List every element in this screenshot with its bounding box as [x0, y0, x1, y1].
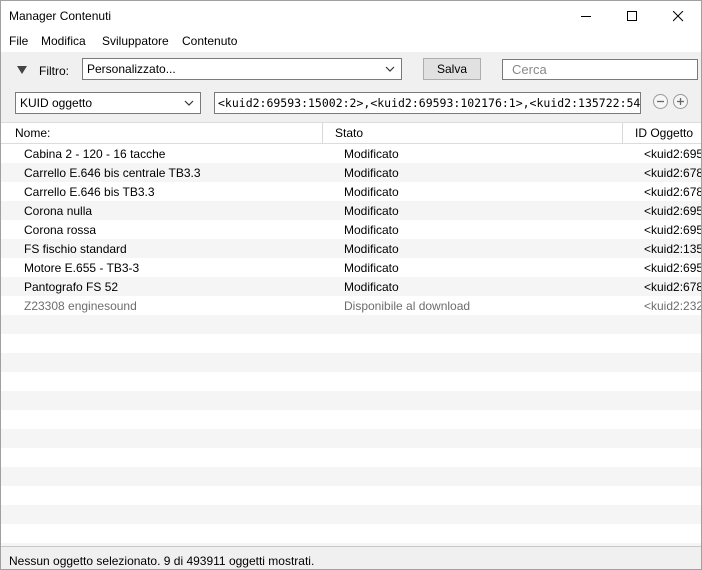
row-id: <kuid2:232 [644, 299, 701, 313]
row-id: <kuid2:678 [644, 166, 701, 180]
row-id: <kuid2:135 [644, 242, 701, 256]
empty-row [1, 391, 701, 410]
filter-select[interactable]: Personalizzato... [82, 58, 402, 80]
row-name: Carrello E.646 bis centrale TB3.3 [24, 166, 201, 180]
close-icon [672, 10, 683, 21]
table-row[interactable]: Z23308 enginesound Disponibile al downlo… [1, 296, 701, 315]
search-placeholder: Cerca [512, 62, 547, 77]
chevron-down-icon [385, 66, 395, 72]
row-id: <kuid2:678 [644, 185, 701, 199]
empty-row [1, 448, 701, 467]
kuid-input-value: <kuid2:69593:15002:2>,<kuid2:69593:10217… [218, 96, 641, 110]
filter-collapse-icon[interactable] [17, 66, 27, 74]
empty-row [1, 410, 701, 429]
table-row[interactable]: Corona nulla Modificato <kuid2:695 [1, 201, 701, 220]
row-status: Modificato [344, 280, 399, 294]
field-type-select[interactable]: KUID oggetto [15, 92, 201, 114]
empty-row [1, 486, 701, 505]
empty-row [1, 467, 701, 486]
row-status: Modificato [344, 223, 399, 237]
row-id: <kuid2:678 [644, 280, 701, 294]
table-row[interactable]: Carrello E.646 bis TB3.3 Modificato <kui… [1, 182, 701, 201]
menu-file[interactable]: File [9, 34, 28, 48]
title-bar: Manager Contenuti [1, 1, 701, 31]
row-status: Modificato [344, 147, 399, 161]
save-button[interactable]: Salva [423, 58, 481, 80]
column-header-id[interactable]: ID Oggetto [635, 126, 693, 140]
row-name: Carrello E.646 bis TB3.3 [24, 185, 155, 199]
row-id: <kuid2:695 [644, 223, 701, 237]
row-name: Cabina 2 - 120 - 16 tacche [24, 147, 166, 161]
table-row[interactable]: Cabina 2 - 120 - 16 tacche Modificato <k… [1, 144, 701, 163]
chevron-down-icon [184, 100, 194, 106]
table-row[interactable]: Corona rossa Modificato <kuid2:695 [1, 220, 701, 239]
empty-row [1, 505, 701, 524]
row-name: Corona nulla [24, 204, 93, 218]
search-input[interactable]: Cerca [502, 59, 698, 80]
row-id: <kuid2:695 [644, 261, 701, 275]
empty-row [1, 429, 701, 448]
empty-row [1, 353, 701, 372]
menu-contenuto[interactable]: Contenuto [182, 34, 237, 48]
content-manager-window: Manager Contenuti File Modifica Sviluppa… [0, 0, 702, 570]
empty-row [1, 524, 701, 543]
kuid-input[interactable]: <kuid2:69593:15002:2>,<kuid2:69593:10217… [214, 92, 641, 114]
row-name: Z23308 enginesound [24, 299, 137, 313]
row-name: Motore E.655 - TB3-3 [24, 261, 140, 275]
table-header: Nome: Stato ID Oggetto [1, 122, 701, 144]
row-status: Modificato [344, 185, 399, 199]
plus-icon [677, 98, 684, 105]
row-status: Modificato [344, 204, 399, 218]
row-status: Disponibile al download [344, 299, 471, 313]
row-name: Corona rossa [24, 223, 97, 237]
add-filter-button[interactable] [673, 94, 688, 109]
filter-select-value: Personalizzato... [87, 62, 176, 76]
maximize-button[interactable] [609, 1, 655, 31]
minus-icon [657, 100, 664, 103]
empty-row [1, 334, 701, 353]
window-title: Manager Contenuti [9, 9, 112, 23]
row-status: Modificato [344, 261, 399, 275]
maximize-icon [626, 10, 637, 21]
minimize-icon [580, 15, 591, 17]
table-row[interactable]: Carrello E.646 bis centrale TB3.3 Modifi… [1, 163, 701, 182]
menu-sviluppatore[interactable]: Sviluppatore [102, 34, 169, 48]
table-row[interactable]: Motore E.655 - TB3-3 Modificato <kuid2:6… [1, 258, 701, 277]
column-header-status[interactable]: Stato [335, 126, 363, 140]
row-status: Modificato [344, 242, 399, 256]
table-row[interactable]: FS fischio standard Modificato <kuid2:13… [1, 239, 701, 258]
column-header-name[interactable]: Nome: [15, 126, 50, 140]
row-name: FS fischio standard [24, 242, 127, 256]
menu-bar: File Modifica Sviluppatore Contenuto [1, 32, 701, 52]
column-divider[interactable] [622, 123, 623, 143]
menu-modifica[interactable]: Modifica [41, 34, 86, 48]
content-table: Cabina 2 - 120 - 16 tacche Modificato <k… [1, 144, 701, 546]
minimize-button[interactable] [563, 1, 609, 31]
row-name: Pantografo FS 52 [24, 280, 119, 294]
remove-filter-button[interactable] [653, 94, 668, 109]
field-type-value: KUID oggetto [20, 96, 93, 110]
table-row[interactable]: Pantografo FS 52 Modificato <kuid2:678 [1, 277, 701, 296]
status-text: Nessun oggetto selezionato. 9 di 493911 … [9, 554, 315, 568]
status-bar: Nessun oggetto selezionato. 9 di 493911 … [1, 546, 701, 569]
row-id: <kuid2:695 [644, 147, 701, 161]
row-status: Modificato [344, 166, 399, 180]
filter-toolbar: Filtro: Personalizzato... Salva Cerca KU… [1, 52, 701, 122]
row-id: <kuid2:695 [644, 204, 701, 218]
empty-row [1, 315, 701, 334]
close-button[interactable] [655, 1, 701, 31]
empty-row [1, 372, 701, 391]
filter-label: Filtro: [39, 64, 69, 78]
column-divider[interactable] [322, 123, 323, 143]
